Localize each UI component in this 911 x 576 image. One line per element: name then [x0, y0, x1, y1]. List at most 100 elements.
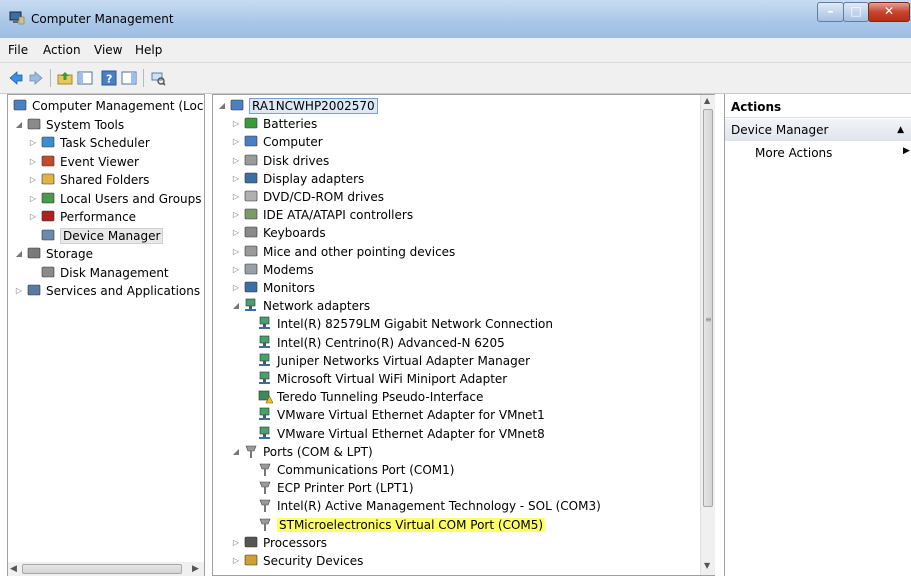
- maximize-button[interactable]: □: [843, 2, 869, 22]
- menu-view[interactable]: View: [94, 43, 122, 57]
- device-item[interactable]: Modems: [243, 261, 314, 279]
- collapsed-arrow-icon[interactable]: ▷: [28, 175, 38, 184]
- scroll-grip-icon: ≡: [705, 315, 712, 324]
- network-adapter-icon: [259, 317, 270, 330]
- device-item[interactable]: Network adapters: [243, 297, 370, 315]
- device-item[interactable]: Batteries: [243, 115, 317, 133]
- device-item[interactable]: Keyboards: [243, 224, 326, 242]
- expanded-arrow-icon[interactable]: ◢: [231, 447, 241, 456]
- scroll-down-icon[interactable]: ▼: [704, 561, 710, 570]
- tree-item[interactable]: Performance: [40, 208, 136, 226]
- window-title: Computer Management: [31, 12, 174, 26]
- device-item-label: VMware Virtual Ethernet Adapter for VMne…: [277, 408, 545, 423]
- help-icon[interactable]: ?: [101, 70, 117, 86]
- device-item[interactable]: Display adapters: [243, 170, 364, 188]
- collapsed-arrow-icon[interactable]: ▷: [231, 192, 241, 201]
- scroll-left-icon[interactable]: ◀: [10, 564, 17, 574]
- collapse-up-icon[interactable]: ▲: [897, 119, 904, 141]
- vertical-scroll-thumb[interactable]: ≡: [703, 109, 713, 507]
- menu-bar: File Action View Help: [0, 38, 911, 63]
- network-adapter-icon: [259, 353, 270, 366]
- actions-pane: Actions Device Manager ▲ More Actions ▶: [724, 94, 911, 576]
- collapsed-arrow-icon[interactable]: ▷: [231, 210, 241, 219]
- horizontal-scrollbar[interactable]: ◀ ▶: [8, 562, 204, 576]
- device-item[interactable]: IDE ATA/ATAPI controllers: [243, 206, 413, 224]
- mouse-icon: [244, 245, 258, 256]
- show-hide-tree-icon[interactable]: [77, 70, 93, 86]
- device-item[interactable]: Disk drives: [243, 152, 329, 170]
- collapsed-arrow-icon[interactable]: ▷: [28, 157, 38, 166]
- tree-item[interactable]: Storage: [26, 245, 93, 263]
- up-folder-icon[interactable]: [57, 70, 73, 86]
- device-item[interactable]: DVD/CD-ROM drives: [243, 188, 384, 206]
- device-item-label: Intel(R) Centrino(R) Advanced-N 6205: [277, 335, 505, 350]
- collapsed-arrow-icon[interactable]: ▷: [28, 194, 38, 203]
- tree-item[interactable]: System Tools: [26, 116, 124, 134]
- collapsed-arrow-icon[interactable]: ▷: [231, 556, 241, 565]
- collapsed-arrow-icon[interactable]: ▷: [231, 265, 241, 274]
- device-item[interactable]: ECP Printer Port (LPT1): [257, 479, 414, 497]
- expanded-arrow-icon[interactable]: ◢: [14, 120, 24, 129]
- collapsed-arrow-icon[interactable]: ▷: [231, 156, 241, 165]
- device-item[interactable]: Computer: [243, 133, 323, 151]
- back-arrow-icon[interactable]: [8, 70, 24, 86]
- computer-icon: [244, 136, 258, 147]
- collapsed-arrow-icon[interactable]: ▷: [231, 119, 241, 128]
- collapsed-arrow-icon[interactable]: ▷: [28, 138, 38, 147]
- device-item[interactable]: Microsoft Virtual WiFi Miniport Adapter: [257, 370, 507, 388]
- device-item[interactable]: Intel(R) Active Management Technology - …: [257, 497, 601, 515]
- device-item[interactable]: STMicroelectronics Virtual COM Port (COM…: [257, 516, 546, 534]
- network-adapter-icon: [259, 335, 270, 348]
- device-item[interactable]: Processors: [243, 534, 327, 552]
- tree-item[interactable]: Services and Applications: [26, 282, 200, 300]
- collapsed-arrow-icon[interactable]: ▷: [231, 137, 241, 146]
- collapsed-arrow-icon[interactable]: ▷: [231, 247, 241, 256]
- device-item[interactable]: Intel(R) 82579LM Gigabit Network Connect…: [257, 315, 553, 333]
- forward-arrow-icon[interactable]: [28, 70, 44, 86]
- scan-hardware-icon[interactable]: [150, 70, 166, 86]
- tree-item[interactable]: Device Manager: [40, 227, 164, 245]
- collapsed-arrow-icon[interactable]: ▷: [231, 538, 241, 547]
- device-item-label: Display adapters: [263, 171, 365, 186]
- device-item[interactable]: RA1NCWHP2002570: [229, 97, 378, 115]
- device-item[interactable]: Juniper Networks Virtual Adapter Manager: [257, 352, 530, 370]
- tree-item[interactable]: Shared Folders: [40, 171, 149, 189]
- expanded-arrow-icon[interactable]: ◢: [231, 301, 241, 310]
- more-actions-label: More Actions: [755, 146, 833, 160]
- collapsed-arrow-icon[interactable]: ▷: [14, 286, 24, 295]
- expanded-arrow-icon[interactable]: ◢: [14, 249, 24, 258]
- device-item[interactable]: Security Devices: [243, 552, 363, 570]
- device-item[interactable]: Monitors: [243, 279, 315, 297]
- vertical-scrollbar[interactable]: ▲ ≡ ▼: [700, 95, 715, 575]
- collapsed-arrow-icon[interactable]: ▷: [28, 212, 38, 221]
- device-item[interactable]: Communications Port (COM1): [257, 461, 454, 479]
- tree-item[interactable]: Event Viewer: [40, 153, 139, 171]
- tree-item[interactable]: Computer Management (Local: [12, 97, 204, 115]
- device-item[interactable]: VMware Virtual Ethernet Adapter for VMne…: [257, 406, 545, 424]
- expanded-arrow-icon[interactable]: ◢: [217, 101, 227, 110]
- collapsed-arrow-icon[interactable]: ▷: [231, 174, 241, 183]
- show-hide-action-pane-icon[interactable]: [121, 70, 137, 86]
- scroll-right-icon[interactable]: ▶: [192, 564, 199, 574]
- tree-item[interactable]: Disk Management: [40, 264, 169, 282]
- device-item[interactable]: VMware Virtual Ethernet Adapter for VMne…: [257, 425, 545, 443]
- device-item[interactable]: Intel(R) Centrino(R) Advanced-N 6205: [257, 334, 505, 352]
- device-item[interactable]: Teredo Tunneling Pseudo-Interface: [257, 388, 483, 406]
- close-button[interactable]: ✕: [868, 2, 910, 22]
- device-item[interactable]: Mice and other pointing devices: [243, 243, 455, 261]
- scroll-up-icon[interactable]: ▲: [704, 96, 710, 105]
- collapsed-arrow-icon[interactable]: ▷: [231, 228, 241, 237]
- more-actions-item[interactable]: More Actions: [755, 144, 832, 162]
- collapsed-arrow-icon[interactable]: ▷: [231, 283, 241, 292]
- menu-file[interactable]: File: [8, 43, 28, 57]
- horizontal-scroll-thumb[interactable]: [22, 564, 182, 574]
- device-tree-pane: ◢ RA1NCWHP2002570 ▷ Batteries ▷ Computer ▷ Disk…: [212, 94, 715, 576]
- tree-item[interactable]: Task Scheduler: [40, 134, 150, 152]
- menu-action[interactable]: Action: [43, 43, 81, 57]
- tree-item-label: Task Scheduler: [60, 136, 150, 150]
- tree-item[interactable]: Local Users and Groups: [40, 190, 202, 208]
- device-item[interactable]: Ports (COM & LPT): [243, 443, 373, 461]
- minimize-button[interactable]: –: [817, 2, 844, 22]
- menu-help[interactable]: Help: [135, 43, 162, 57]
- actions-section-device-manager[interactable]: Device Manager ▲: [725, 119, 911, 141]
